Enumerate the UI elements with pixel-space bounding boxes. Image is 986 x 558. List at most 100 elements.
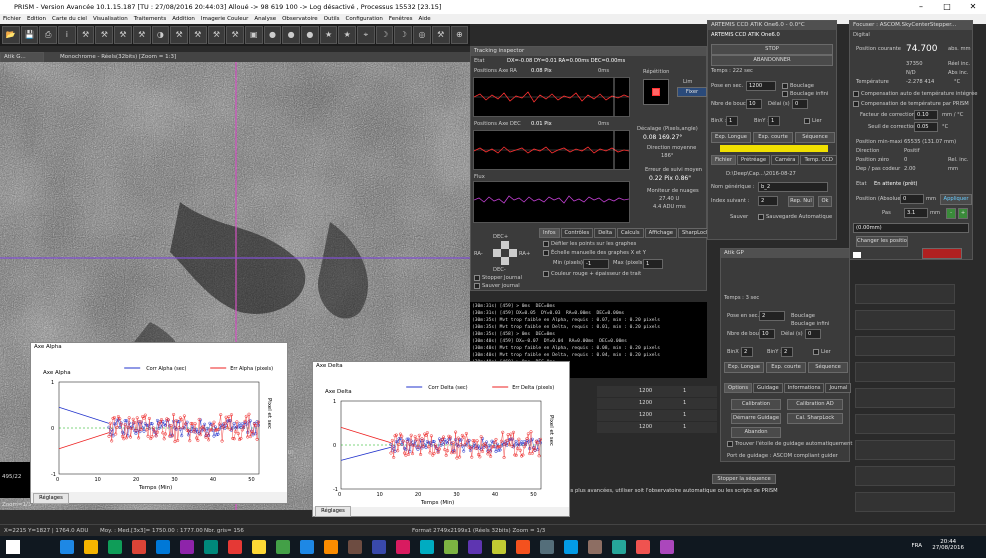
binx-input[interactable]: 1 <box>726 116 738 126</box>
guider-biny-input[interactable]: 2 <box>781 347 793 357</box>
menu-2[interactable]: Carte du ciel <box>52 16 87 22</box>
taskbar-app-icon[interactable] <box>276 540 290 554</box>
direction-pad[interactable] <box>493 241 517 265</box>
taskbar-app-icon[interactable] <box>348 540 362 554</box>
tool-icon[interactable]: ⚒ <box>207 26 226 44</box>
menu-0[interactable]: Fichier <box>3 16 21 22</box>
calibration-ad-button[interactable]: Calibration AD <box>787 399 843 410</box>
scope-icon[interactable]: ⊕ <box>450 26 469 44</box>
taskbar-app-icon[interactable] <box>132 540 146 554</box>
correction-threshold-input[interactable]: 0.05 <box>914 122 938 132</box>
lim-button[interactable]: Fixer <box>677 87 707 97</box>
taskbar-app-icon[interactable] <box>108 540 122 554</box>
manual-scale-checkbox[interactable] <box>543 250 549 256</box>
maximize-icon[interactable]: □ <box>934 0 960 14</box>
folder-icon[interactable]: 📂 <box>2 26 20 44</box>
taskbar-app-icon[interactable] <box>372 540 386 554</box>
tool-icon[interactable]: ⚒ <box>226 26 244 44</box>
auto-find-star-checkbox[interactable] <box>727 441 733 447</box>
guider-sequence-button[interactable]: Séquence <box>808 362 848 373</box>
tab-options[interactable]: Options <box>724 383 753 393</box>
taskbar-app-icon[interactable] <box>540 540 554 554</box>
info-icon[interactable]: i <box>58 26 76 44</box>
focus-out-button[interactable]: + <box>958 208 968 219</box>
taskbar-app-icon[interactable] <box>60 540 74 554</box>
taskbar-app-icon[interactable] <box>420 540 434 554</box>
exposure-input[interactable]: 1200 <box>746 81 776 91</box>
stop-button[interactable]: STOP <box>711 44 833 55</box>
long-exposure-button[interactable]: Exp. Longue <box>711 132 751 143</box>
step-size-input[interactable]: 3.1 <box>904 208 928 218</box>
taskbar-app-icon[interactable] <box>564 540 578 554</box>
loop-count-input[interactable]: 10 <box>746 99 762 109</box>
loop-checkbox[interactable] <box>782 83 788 89</box>
taskbar-app-icon[interactable] <box>636 540 650 554</box>
short-exposure-button[interactable]: Exp. courte <box>753 132 793 143</box>
sharplock-calibration-button[interactable]: Cal. SharpLock <box>787 413 843 424</box>
delay-input[interactable]: 0 <box>792 99 808 109</box>
change-positions-button[interactable]: Changer les positions <box>856 236 908 247</box>
guider-lier-checkbox[interactable] <box>813 349 819 355</box>
guider-delay-input[interactable]: 0 <box>805 329 821 339</box>
tab-temp-ccd[interactable]: Temp. CCD <box>800 155 837 165</box>
tab-cam-ra[interactable]: Caméra <box>771 155 800 165</box>
tab-infos[interactable]: Infos <box>539 228 560 238</box>
disk-icon[interactable]: ◎ <box>413 26 431 44</box>
prism-temp-comp-checkbox[interactable] <box>853 101 859 107</box>
menu-7[interactable]: Analyse <box>254 16 276 22</box>
menu-10[interactable]: Configuration <box>346 16 383 22</box>
plot-delta-settings-button[interactable]: Réglages <box>315 506 351 517</box>
taskbar-app-icon[interactable] <box>516 540 530 554</box>
save-log-checkbox[interactable] <box>474 283 480 289</box>
tab-fichier[interactable]: Fichier <box>711 155 736 165</box>
tool-icon[interactable]: ⚒ <box>114 26 132 44</box>
taskbar-app-icon[interactable] <box>324 540 338 554</box>
menu-9[interactable]: Outils <box>324 16 340 22</box>
print-icon[interactable]: ⎙ <box>39 26 58 44</box>
guider-loop-count-input[interactable]: 10 <box>759 329 775 339</box>
color-icon[interactable]: ● <box>263 26 282 44</box>
min-pixels-input[interactable]: -1 <box>583 259 609 269</box>
color-icon[interactable]: ● <box>301 26 319 44</box>
next-index-input[interactable]: 2 <box>758 196 778 206</box>
tab-journal[interactable]: Journal <box>825 383 852 393</box>
guider-long-exposure-button[interactable]: Exp. Longue <box>724 362 764 373</box>
max-pixels-input[interactable]: 1 <box>643 259 663 269</box>
table-row[interactable]: 1200 1 <box>597 422 717 433</box>
star-icon[interactable]: ★ <box>319 26 338 44</box>
taskbar-app-icon[interactable] <box>468 540 482 554</box>
taskbar-app-icon[interactable] <box>300 540 314 554</box>
tab-contr-les[interactable]: Contrôles <box>560 228 594 238</box>
taskbar-app-icon[interactable] <box>660 540 674 554</box>
stop-sequence-button[interactable]: Stopper la séquence <box>712 474 776 484</box>
menu-12[interactable]: Aide <box>419 16 431 22</box>
taskbar-app-icon[interactable] <box>612 540 626 554</box>
guider-exposure-input[interactable]: 2 <box>759 311 785 321</box>
taskbar-app-icon[interactable] <box>84 540 98 554</box>
plot-alpha-settings-button[interactable]: Réglages <box>33 493 69 504</box>
taskbar-app-icon[interactable] <box>180 540 194 554</box>
apply-button[interactable]: Appliquer <box>940 194 972 205</box>
tool-icon[interactable]: ⚒ <box>188 26 207 44</box>
save-icon[interactable]: 💾 <box>20 26 39 44</box>
correction-factor-input[interactable]: 0.10 <box>914 110 938 120</box>
menu-6[interactable]: Imagerie Couleur <box>201 16 249 22</box>
menu-3[interactable]: Visualisation <box>93 16 128 22</box>
moon-icon[interactable]: ☽ <box>394 26 413 44</box>
guider-binx-input[interactable]: 2 <box>741 347 753 357</box>
auto-temp-comp-checkbox[interactable] <box>853 91 859 97</box>
sequence-button[interactable]: Séquence <box>795 132 835 143</box>
contrast-icon[interactable]: ◑ <box>151 26 170 44</box>
stop-log-checkbox[interactable] <box>474 275 480 281</box>
menu-5[interactable]: Addition <box>172 16 195 22</box>
guider-short-exposure-button[interactable]: Exp. courte <box>766 362 806 373</box>
taskbar-app-icon[interactable] <box>156 540 170 554</box>
tab-calculs[interactable]: Calculs <box>617 228 644 238</box>
tool-icon[interactable]: ⚒ <box>170 26 188 44</box>
table-row[interactable]: 1200 1 <box>597 386 717 397</box>
menu-11[interactable]: Fenêtres <box>389 16 413 22</box>
biny-input[interactable]: 1 <box>768 116 780 126</box>
infinite-loop-checkbox[interactable] <box>782 91 788 97</box>
rep-nul-button[interactable]: Rep. Nul <box>788 196 814 207</box>
guider-abandon-button[interactable]: Abandon <box>731 427 781 438</box>
